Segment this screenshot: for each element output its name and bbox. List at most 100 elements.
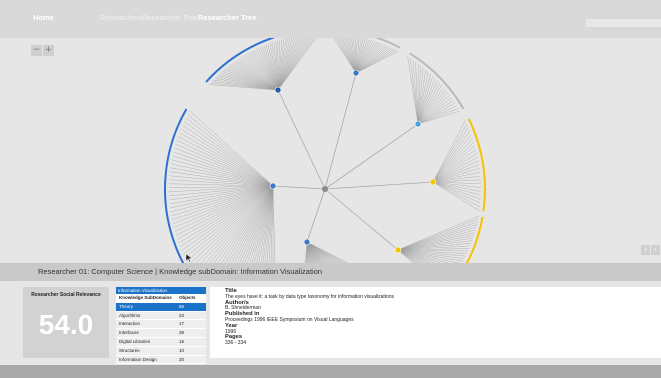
subdomain-node[interactable] xyxy=(394,246,402,254)
previous-page-button[interactable]: ‹ xyxy=(641,245,650,255)
leaf-link xyxy=(178,136,274,187)
mouse-cursor-icon xyxy=(185,253,193,263)
paper-details: Title The eyes have it: a task by data t… xyxy=(225,288,394,347)
subdomain-node[interactable] xyxy=(352,69,360,77)
subdomain-name: Theory xyxy=(119,303,134,309)
subdomain-name: Algorithms xyxy=(119,312,141,318)
leaf-link xyxy=(432,181,481,196)
social-relevance-title: Researcher Social Relevance xyxy=(31,292,101,298)
paper-title: The eyes have it: a task by data type ta… xyxy=(225,293,394,300)
leaf-link xyxy=(412,60,419,125)
subdomain-node[interactable] xyxy=(303,238,311,246)
leaf-link xyxy=(277,38,317,91)
nav-researcher-tree-active[interactable]: Researcher Tree xyxy=(198,13,256,22)
leaf-link xyxy=(174,185,274,232)
column-subdomains: Knowledge SubDomains xyxy=(119,295,172,300)
subdomain-row[interactable]: Structures 10 xyxy=(116,346,206,356)
leaf-link xyxy=(178,185,274,244)
leaf-link xyxy=(407,56,419,125)
search-input[interactable] xyxy=(586,19,661,27)
nav-researcher-tree-faded-link[interactable]: Researcher Tree xyxy=(142,13,198,22)
branch-arc[interactable] xyxy=(164,108,276,263)
leaf-link xyxy=(355,42,380,74)
next-page-button[interactable]: › xyxy=(651,245,660,255)
researcher-tree-visualization[interactable] xyxy=(0,38,661,263)
subdomain-name: Interfaces xyxy=(119,330,139,336)
leaf-link xyxy=(355,49,395,74)
leaf-link xyxy=(175,144,274,187)
branch-arc[interactable] xyxy=(467,118,486,212)
leaf-link xyxy=(304,241,308,263)
subdomain-node[interactable] xyxy=(429,178,437,186)
leaf-link xyxy=(355,46,389,74)
branch-link xyxy=(306,188,326,243)
leaf-link xyxy=(397,229,476,251)
leaf-link xyxy=(174,147,274,187)
leaf-link xyxy=(397,221,478,251)
leaf-link xyxy=(432,145,476,183)
branch-link xyxy=(324,188,399,251)
branch-link xyxy=(324,72,357,190)
leaf-link xyxy=(432,124,468,183)
leaf-link xyxy=(432,149,477,183)
leaf-link xyxy=(432,138,473,183)
subdomain-row[interactable]: Interfaces 38 xyxy=(116,329,206,338)
leaf-link xyxy=(355,44,384,74)
subdomain-count: 15 xyxy=(179,338,185,344)
subdomain-name: Digital Libraries xyxy=(119,338,151,344)
subdomain-node[interactable] xyxy=(269,182,277,190)
branch-leaf-fan xyxy=(169,110,276,263)
subdomain-node[interactable] xyxy=(414,120,422,128)
nav-home-link[interactable]: Home xyxy=(33,13,54,22)
social-relevance-value: 54.0 xyxy=(38,309,94,340)
leaf-link xyxy=(172,185,274,220)
branch-leaf-fan xyxy=(397,215,479,263)
paper-pages: 336 - 334 xyxy=(225,340,247,347)
branch-link xyxy=(272,185,326,190)
leaf-link xyxy=(187,114,274,187)
subdomain-table-header: Information Visualization xyxy=(116,287,206,294)
subdomain-row[interactable]: Interaction 17 xyxy=(116,320,206,330)
subdomain-name: Information Design xyxy=(119,356,157,362)
breadcrumb: Researcher 01: Computer Science | Knowle… xyxy=(0,263,661,281)
leaf-link xyxy=(170,185,274,213)
bottom-bar xyxy=(0,365,661,378)
subdomain-count: 38 xyxy=(179,330,185,336)
subdomain-count: 20 xyxy=(179,356,185,362)
subdomain-name: Interaction xyxy=(119,321,141,327)
leaf-link xyxy=(432,120,466,183)
leaf-link xyxy=(277,38,294,91)
subdomain-name: Structures xyxy=(119,347,140,353)
leaf-link xyxy=(417,85,442,125)
subdomain-table: Information Visualization Knowledge SubD… xyxy=(116,287,206,365)
leaf-link xyxy=(182,125,274,187)
subdomain-row[interactable]: Algorithms 33 xyxy=(116,311,206,321)
nav-researchers-link[interactable]: Researchers xyxy=(100,13,143,22)
top-navigation-bar: Home Researchers Researcher Tree Researc… xyxy=(0,0,661,38)
subdomain-count: 10 xyxy=(179,347,185,353)
branch-link xyxy=(277,89,326,190)
leaf-link xyxy=(176,140,274,187)
leaf-link xyxy=(432,181,481,208)
leaf-link xyxy=(432,131,471,183)
subdomain-table-columns: Knowledge SubDomains Objects xyxy=(116,294,206,303)
leaf-link xyxy=(397,226,477,251)
leaf-link xyxy=(432,153,477,183)
subdomain-row[interactable]: Digital Libraries 15 xyxy=(116,337,206,347)
branch-arc[interactable] xyxy=(409,52,465,110)
subdomain-count: 33 xyxy=(179,312,185,318)
researcher-center-node[interactable] xyxy=(322,186,328,192)
branch-leaf-fan xyxy=(333,38,399,74)
subdomain-row[interactable]: Information Design 20 xyxy=(116,355,206,365)
leaf-link xyxy=(180,128,274,187)
social-relevance-card: Researcher Social Relevance 54.0 xyxy=(23,287,109,358)
leaf-link xyxy=(306,241,326,263)
column-objects: Objects xyxy=(179,295,196,300)
branch-arc[interactable] xyxy=(331,38,401,49)
leaf-link xyxy=(171,159,274,187)
branch-link xyxy=(324,123,419,190)
branch-leaf-fan xyxy=(432,120,482,211)
subdomain-node[interactable] xyxy=(274,86,282,94)
leaf-link xyxy=(272,185,276,263)
subdomain-row[interactable]: Theory 55 xyxy=(116,302,206,312)
